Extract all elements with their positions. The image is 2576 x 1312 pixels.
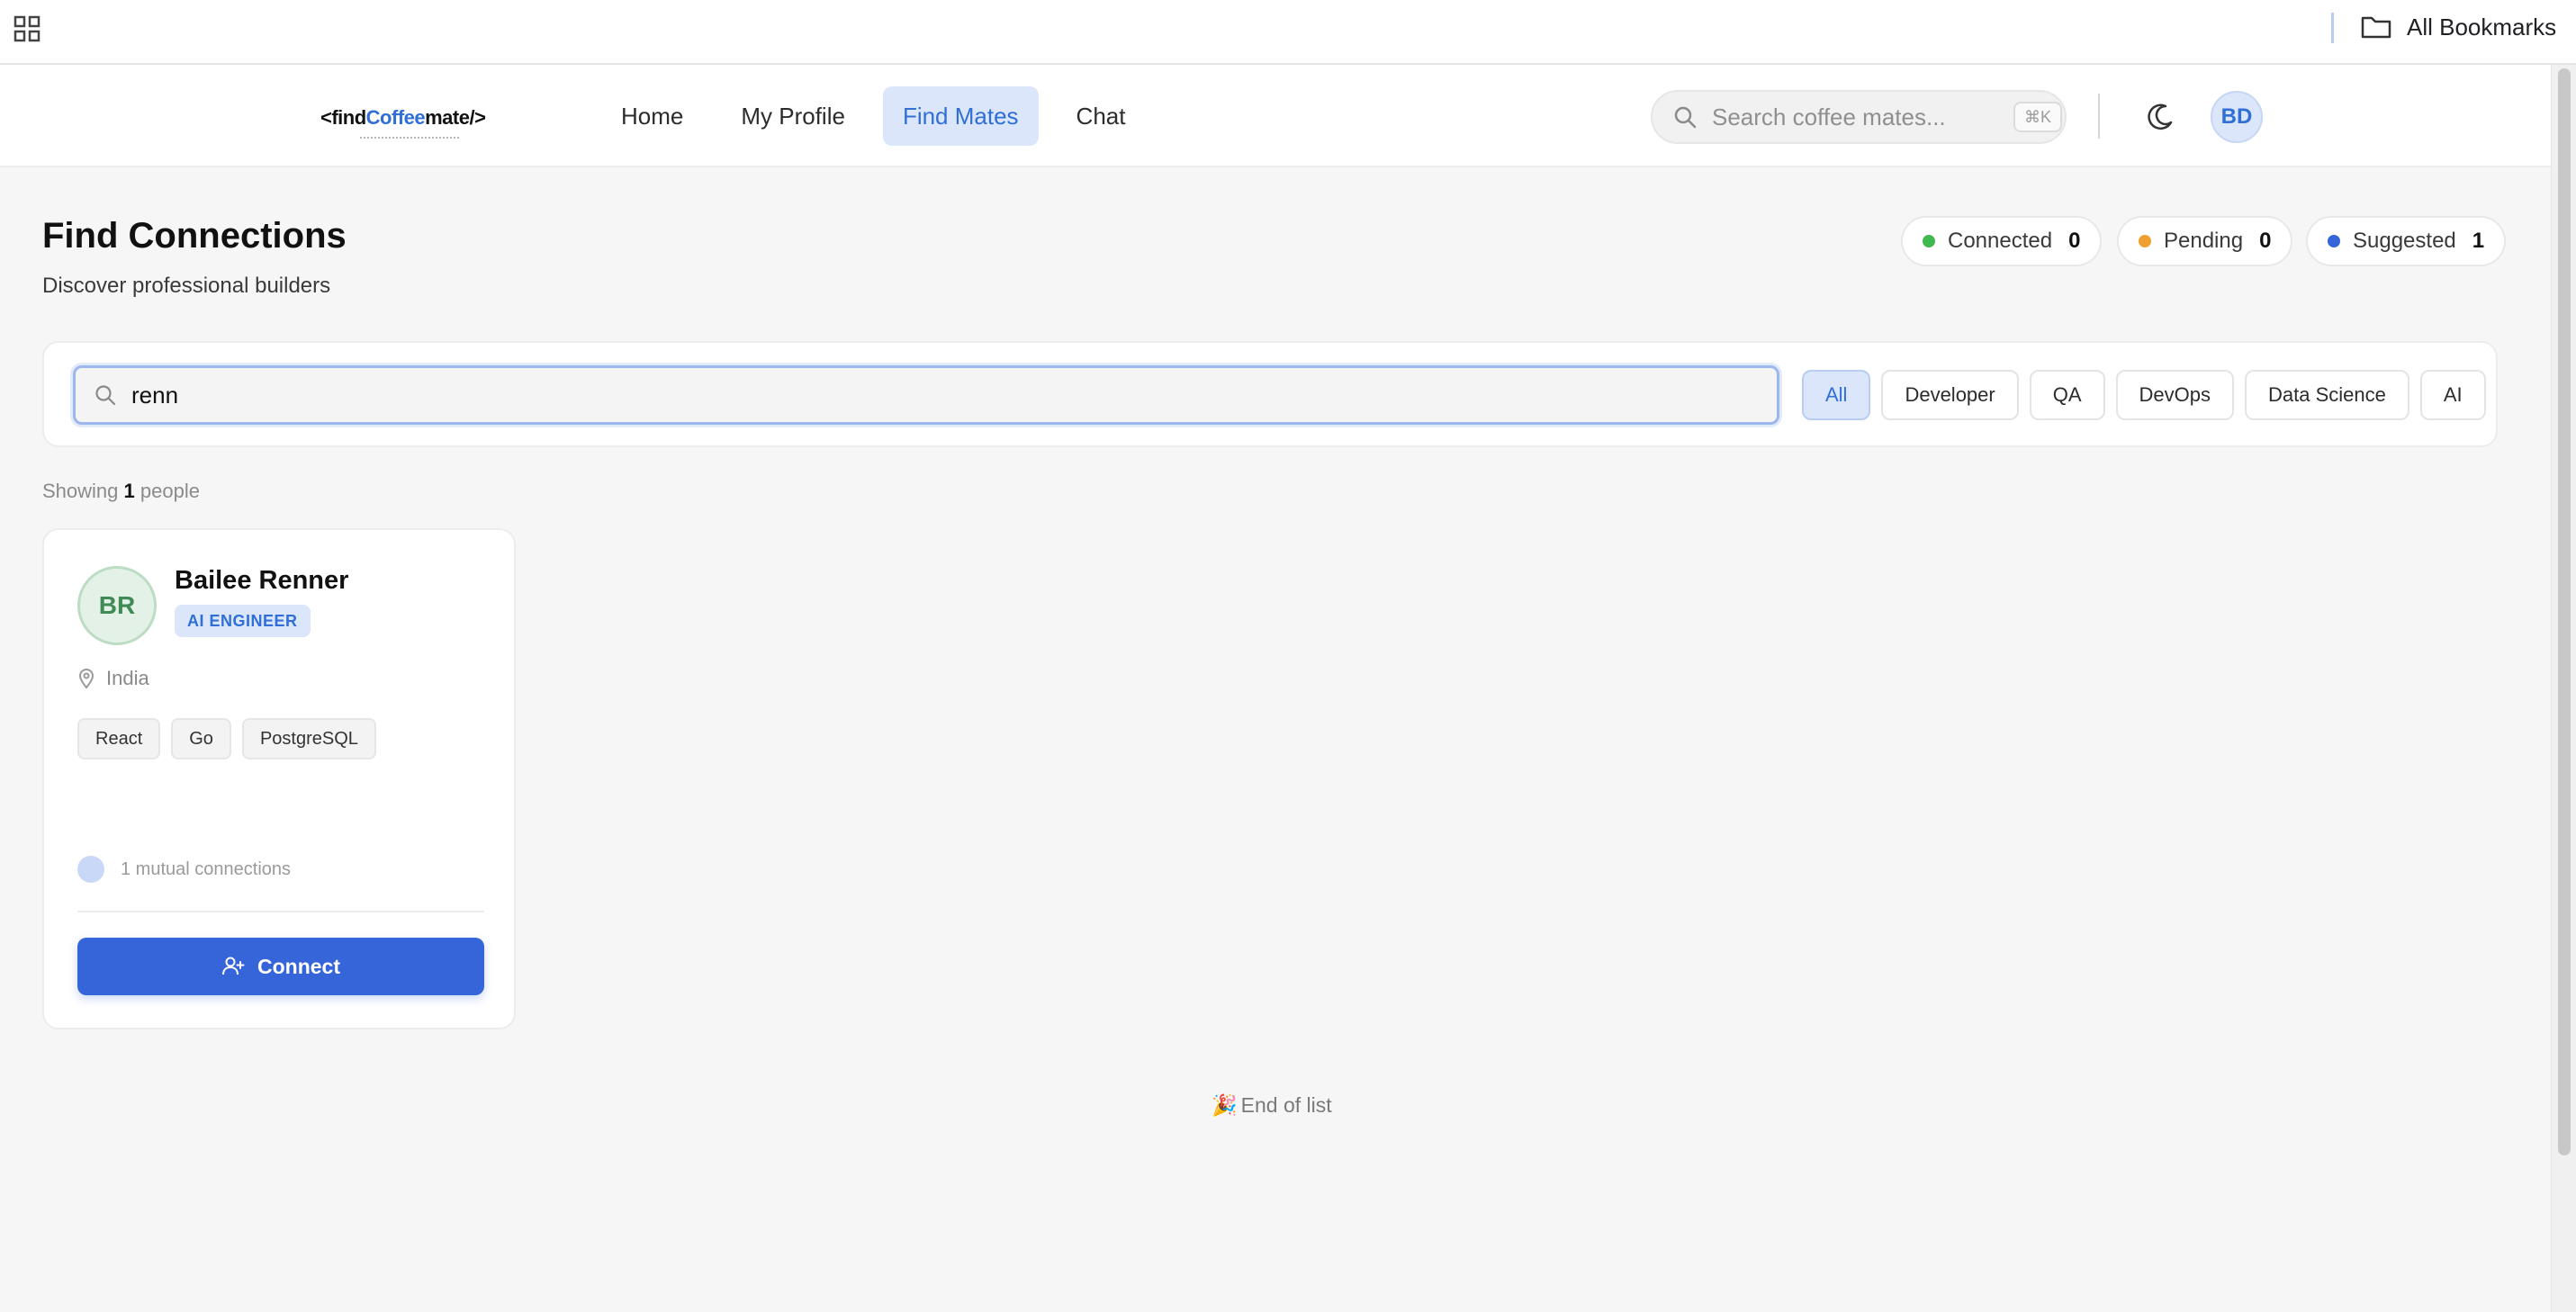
results-count: Showing 1 people xyxy=(42,480,200,503)
user-plus-icon xyxy=(222,957,245,975)
people-search-box[interactable] xyxy=(73,365,1779,425)
page-title: Find Connections xyxy=(42,216,347,256)
nav-chat[interactable]: Chat xyxy=(1057,86,1146,146)
bookmarks-divider xyxy=(2331,13,2334,43)
stat-label: Suggested xyxy=(2353,229,2456,253)
status-dot xyxy=(1923,235,1935,247)
end-of-list-text: End of list xyxy=(1240,1093,1332,1117)
filter-qa[interactable]: QA xyxy=(2029,370,2105,420)
party-icon: 🎉 xyxy=(1211,1093,1238,1117)
nav-my-profile[interactable]: My Profile xyxy=(721,86,865,146)
logo-accent: Coffee xyxy=(365,106,426,129)
scrollbar-thumb[interactable] xyxy=(2558,68,2571,1155)
status-dot xyxy=(2328,235,2340,247)
mutual-avatar xyxy=(77,856,104,883)
filter-ai[interactable]: AI xyxy=(2419,370,2486,420)
folder-icon xyxy=(2361,16,2391,39)
stat-count: 0 xyxy=(2068,229,2081,253)
apps-grid-icon[interactable] xyxy=(13,14,41,43)
filter-data-science[interactable]: Data Science xyxy=(2245,370,2409,420)
filter-all[interactable]: All xyxy=(1802,370,1871,420)
nav-find-mates[interactable]: Find Mates xyxy=(882,86,1039,146)
logo-suffix: mate/> xyxy=(425,106,486,129)
mutual-connections: 1 mutual connections xyxy=(77,856,291,883)
header-search-input[interactable] xyxy=(1712,103,2013,131)
search-icon xyxy=(95,385,116,406)
app-header: <findCoffeemate/> Home My Profile Find M… xyxy=(0,65,2551,167)
role-badge: AI ENGINEER xyxy=(175,605,311,637)
status-dot xyxy=(2139,235,2151,247)
filter-developer[interactable]: Developer xyxy=(1881,370,2019,420)
stat-count: 1 xyxy=(2472,229,2485,253)
connect-button[interactable]: Connect xyxy=(77,938,484,995)
nav-home[interactable]: Home xyxy=(601,86,703,146)
stat-count: 0 xyxy=(2259,229,2272,253)
user-avatar[interactable]: BD xyxy=(2211,91,2263,143)
filter-devops[interactable]: DevOps xyxy=(2115,370,2235,420)
all-bookmarks-label: All Bookmarks xyxy=(2407,13,2557,40)
map-pin-icon xyxy=(78,669,95,689)
person-card[interactable]: BR Bailee Renner AI ENGINEER India React… xyxy=(42,528,516,1029)
person-name[interactable]: Bailee Renner xyxy=(175,566,348,596)
stat-label: Connected xyxy=(1948,229,2053,253)
stat-suggested[interactable]: Suggested 1 xyxy=(2306,216,2507,266)
filter-panel: All Developer QA DevOps Data Science AI xyxy=(42,341,2498,447)
logo-prefix: <find xyxy=(320,106,366,129)
app-logo[interactable]: <findCoffeemate/> xyxy=(320,106,486,130)
skill-list: React Go PostgreSQL xyxy=(77,718,376,759)
person-location: India xyxy=(77,667,149,690)
category-filters: All Developer QA DevOps Data Science AI xyxy=(1802,370,2486,420)
results-prefix: Showing xyxy=(42,480,119,502)
page-subtitle: Discover professional builders xyxy=(42,274,331,298)
people-search-input[interactable] xyxy=(131,381,1759,409)
logo-tagline-decoration xyxy=(360,137,459,140)
stat-label: Pending xyxy=(2164,229,2244,253)
all-bookmarks-button[interactable]: All Bookmarks xyxy=(2360,11,2556,43)
stat-pending[interactable]: Pending 0 xyxy=(2117,216,2293,266)
bookmarks-bar: All Bookmarks xyxy=(0,0,2576,65)
results-number: 1 xyxy=(123,480,135,502)
page-scrollbar[interactable] xyxy=(2551,65,2576,1312)
skill-tag: PostgreSQL xyxy=(241,718,376,759)
card-divider xyxy=(77,911,484,912)
skill-tag: Go xyxy=(171,718,231,759)
connect-label: Connect xyxy=(257,954,340,978)
mutual-text: 1 mutual connections xyxy=(121,858,292,879)
shortcut-hint: ⌘K xyxy=(2013,102,2063,132)
moon-icon[interactable] xyxy=(2142,99,2178,135)
avatar: BR xyxy=(77,566,157,645)
results-suffix: people xyxy=(140,480,200,502)
skill-tag: React xyxy=(77,718,161,759)
location-text: India xyxy=(106,667,149,689)
main-nav: Home My Profile Find Mates Chat xyxy=(601,86,1145,146)
header-divider xyxy=(2098,94,2100,139)
search-icon xyxy=(1674,106,1697,129)
header-search-box[interactable]: ⌘K xyxy=(1651,90,2067,144)
end-of-list: 🎉 End of list xyxy=(1211,1093,1332,1118)
stat-connected[interactable]: Connected 0 xyxy=(1901,216,2103,266)
